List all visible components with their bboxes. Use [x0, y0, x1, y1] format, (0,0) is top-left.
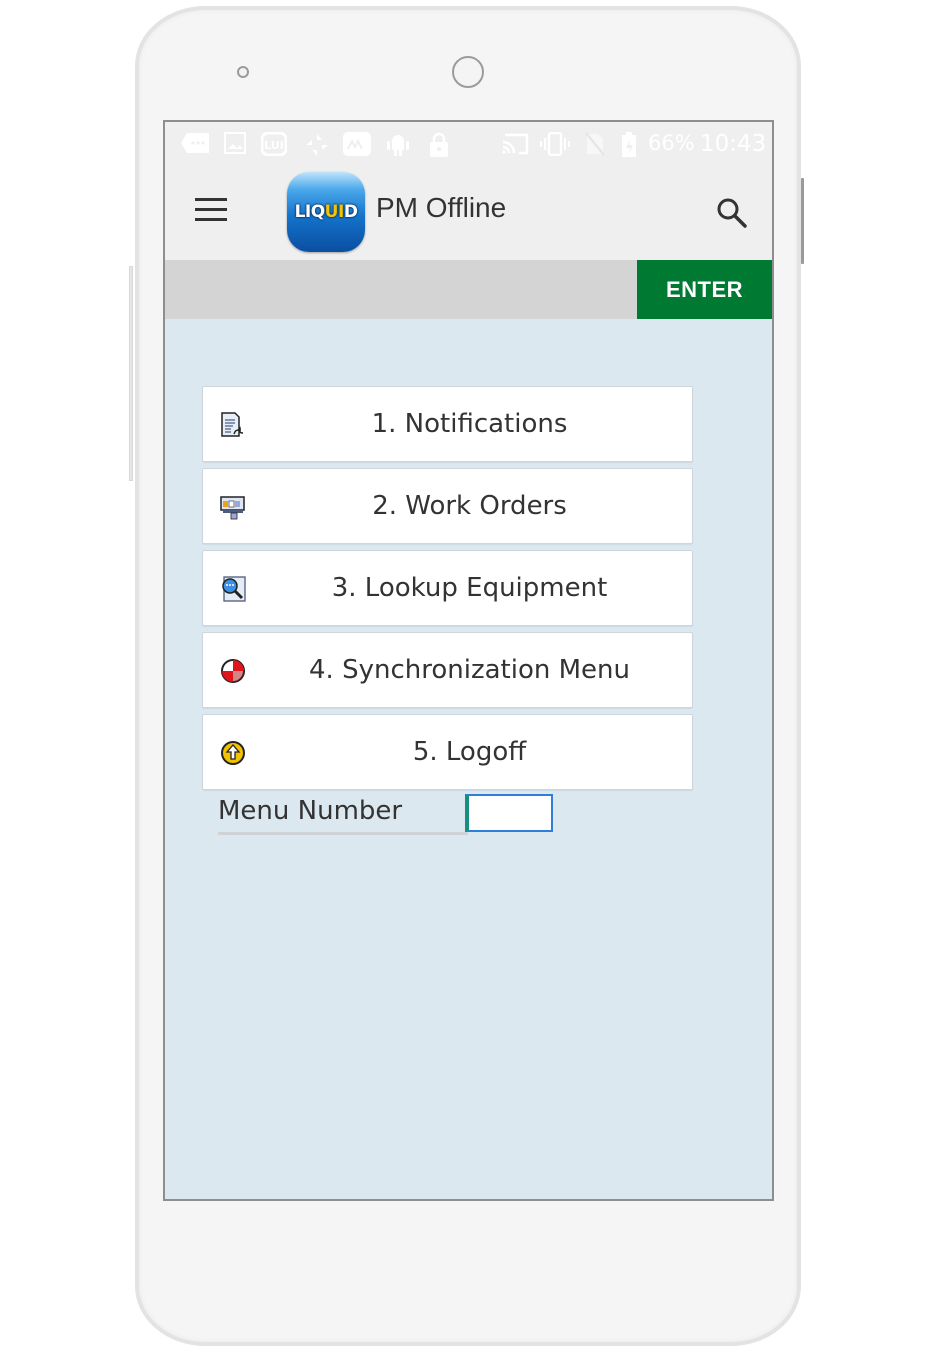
menu-number-label: Menu Number [218, 796, 403, 826]
main-menu: 1. Notifications 2. Work Orders 3. Looku… [202, 386, 693, 796]
volume-button [129, 266, 133, 481]
menu-item-synchronization[interactable]: 4. Synchronization Menu [202, 632, 693, 708]
liquid-logo: LIQUID [287, 172, 365, 252]
pinwheel-icon [306, 134, 328, 156]
lui-app-icon: LUI [261, 132, 287, 156]
clock: 10:43 [700, 131, 767, 157]
maps-icon [343, 132, 371, 156]
menu-item-label: 2. Work Orders [372, 491, 567, 521]
battery-level: 66% [648, 131, 695, 155]
menu-item-label: 4. Synchronization Menu [309, 655, 630, 685]
vibrate-icon [540, 132, 570, 156]
android-icon [387, 135, 409, 156]
menu-item-notifications[interactable]: 1. Notifications [202, 386, 693, 462]
no-sim-icon [585, 132, 605, 156]
cast-icon [502, 133, 529, 155]
app-title: PM Offline [376, 192, 507, 223]
image-icon [224, 132, 246, 154]
menu-item-logoff[interactable]: 5. Logoff [202, 714, 693, 790]
menu-number-input[interactable] [465, 794, 553, 832]
app-bar: LIQUID PM Offline [165, 164, 772, 260]
menu-item-work-orders[interactable]: 2. Work Orders [202, 468, 693, 544]
front-camera [452, 56, 484, 88]
status-bar: LUI 66% 10:43 [165, 122, 772, 164]
menu-item-label: 5. Logoff [412, 737, 527, 767]
proximity-sensor [237, 66, 249, 78]
battery-charging-icon [622, 132, 636, 157]
screen: LUI 66% 10:43 LIQUID PM Offline ENTER 1.… [163, 120, 774, 1201]
menu-item-lookup-equipment[interactable]: 3. Lookup Equipment [202, 550, 693, 626]
toolbar: ENTER [165, 260, 772, 319]
hamburger-icon[interactable] [195, 198, 227, 222]
messages-icon [181, 133, 209, 153]
menu-number-field-underline: Menu Number [218, 794, 468, 835]
power-button [801, 178, 804, 264]
svg-text:LUI: LUI [264, 139, 284, 152]
enter-button[interactable]: ENTER [637, 260, 772, 319]
lock-icon [430, 132, 448, 157]
menu-item-label: 1. Notifications [371, 409, 568, 439]
search-icon[interactable] [715, 196, 749, 230]
menu-item-label: 3. Lookup Equipment [331, 573, 608, 603]
